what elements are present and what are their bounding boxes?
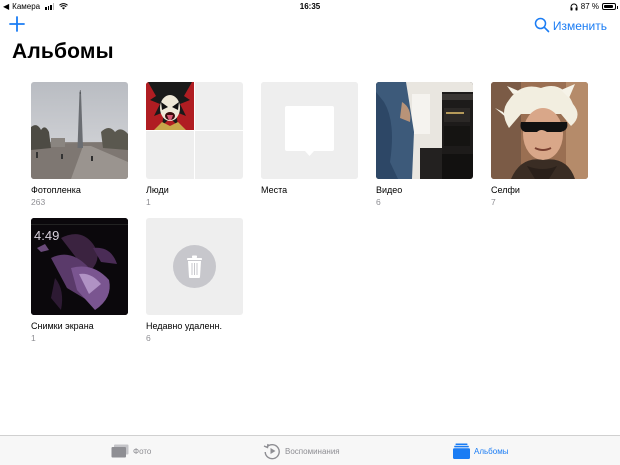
plus-icon: [9, 16, 25, 32]
album-count: 1: [146, 197, 151, 207]
album-count: 1: [31, 333, 36, 343]
trash-circle: [173, 245, 216, 288]
tab-albums[interactable]: Альбомы: [453, 436, 508, 465]
albums-icon: [453, 443, 470, 459]
tab-label: Воспоминания: [285, 446, 340, 456]
album-thumbnail[interactable]: [376, 82, 473, 179]
album-count: 7: [491, 197, 496, 207]
tab-memories[interactable]: Воспоминания: [263, 436, 340, 465]
album-people[interactable]: Люди 1: [146, 82, 243, 207]
tab-photos[interactable]: Фото: [111, 436, 151, 465]
album-title: Селфи: [491, 185, 520, 195]
album-thumbnail[interactable]: [261, 82, 358, 179]
album-title: Фотопленка: [31, 185, 81, 195]
album-title: Недавно удаленн.: [146, 321, 222, 331]
album-thumbnail[interactable]: [146, 82, 243, 179]
album-title: Места: [261, 185, 288, 195]
search-button[interactable]: [534, 17, 550, 33]
album-title: Видео: [376, 185, 403, 195]
edit-button[interactable]: Изменить: [553, 19, 607, 33]
album-thumbnail[interactable]: [491, 82, 588, 179]
album-title: Снимки экрана: [31, 321, 94, 331]
album-count: 6: [376, 197, 381, 207]
lockscreen-clock: 4:49: [34, 228, 60, 243]
album-places[interactable]: Места: [261, 82, 358, 197]
battery-percent: 87 %: [580, 2, 599, 11]
trash-icon: [187, 255, 202, 278]
add-album-button[interactable]: [8, 15, 26, 33]
search-icon: [534, 17, 550, 33]
album-screenshots[interactable]: 4:49 Снимки экрана 1: [31, 218, 128, 343]
status-right: 87 %: [570, 2, 618, 11]
album-recently-deleted[interactable]: Недавно удаленн. 6: [146, 218, 243, 343]
album-title: Люди: [146, 185, 169, 195]
face-photo: [146, 82, 194, 130]
tab-bar: Фото Воспоминания Альбомы: [0, 435, 620, 465]
album-count: 263: [31, 197, 46, 207]
photos-icon: [111, 444, 129, 458]
headphones-icon: [570, 3, 578, 10]
album-thumbnail[interactable]: [31, 82, 128, 179]
album-count: 6: [146, 333, 151, 343]
people-grid: [146, 82, 243, 179]
album-videos[interactable]: Видео 6: [376, 82, 473, 207]
clock: 16:35: [299, 2, 321, 11]
album-thumbnail[interactable]: [146, 218, 243, 315]
album-thumbnail[interactable]: 4:49: [31, 218, 128, 315]
album-selfies[interactable]: Селфи 7: [491, 82, 588, 207]
tab-label: Альбомы: [474, 446, 509, 456]
page-title: Альбомы: [12, 40, 114, 63]
map-placeholder-icon: [261, 82, 358, 179]
selfie-photo: [491, 82, 588, 179]
memories-icon: [263, 443, 280, 460]
status-bar: ◀ Камера 16:35 87 %: [0, 0, 620, 14]
monument-photo: [31, 82, 128, 179]
amplifier-photo: [376, 82, 473, 179]
album-camera-roll[interactable]: Фотопленка 263: [31, 82, 128, 207]
tab-label: Фото: [133, 446, 152, 456]
battery-icon: [602, 3, 618, 10]
